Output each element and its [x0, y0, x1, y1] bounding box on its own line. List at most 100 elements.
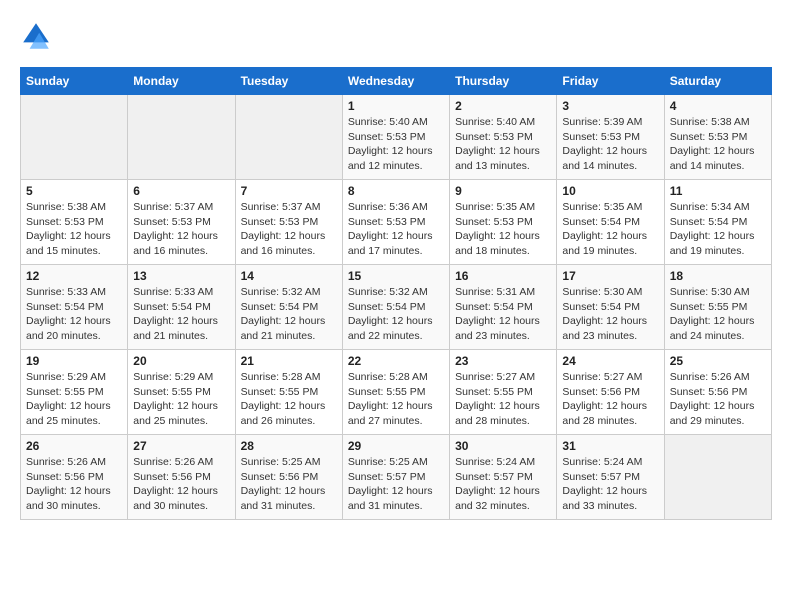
- day-info: Sunrise: 5:24 AM Sunset: 5:57 PM Dayligh…: [455, 455, 551, 514]
- week-row-5: 26Sunrise: 5:26 AM Sunset: 5:56 PM Dayli…: [21, 435, 772, 520]
- day-number: 28: [241, 439, 337, 453]
- calendar-cell: 9 Sunrise: 5:35 AM Sunset: 5:53 PM Daylig…: [450, 180, 557, 265]
- week-row-4: 19 Sunrise: 5:29 AM Sunset: 5:55 PM Dayli…: [21, 350, 772, 435]
- day-number: 22: [348, 354, 444, 368]
- calendar-cell: 10 Sunrise: 5:35 AM Sunset: 5:54 PM Dayli…: [557, 180, 664, 265]
- calendar-cell: 31 Sunrise: 5:24 AM Sunset: 5:57 PM Dayli…: [557, 435, 664, 520]
- day-info: Sunrise: 5:35 AM Sunset: 5:53 PM Dayligh…: [455, 200, 551, 259]
- logo: [20, 20, 58, 52]
- day-number: 31: [562, 439, 658, 453]
- day-info: Sunrise: 5:27 AM Sunset: 5:55 PM Dayligh…: [455, 370, 551, 429]
- day-info: Sunrise: 5:33 AM Sunset: 5:54 PM Dayligh…: [26, 285, 122, 344]
- day-number: 5: [26, 184, 122, 198]
- day-info: Sunrise: 5:34 AM Sunset: 5:54 PM Dayligh…: [670, 200, 766, 259]
- day-number: 16: [455, 269, 551, 283]
- day-info: Sunrise: 5:40 AM Sunset: 5:53 PM Dayligh…: [348, 115, 444, 174]
- calendar-cell: 26Sunrise: 5:26 AM Sunset: 5:56 PM Dayli…: [21, 435, 128, 520]
- day-info: Sunrise: 5:37 AM Sunset: 5:53 PM Dayligh…: [241, 200, 337, 259]
- calendar-cell: 24 Sunrise: 5:27 AM Sunset: 5:56 PM Dayli…: [557, 350, 664, 435]
- calendar-cell: 7 Sunrise: 5:37 AM Sunset: 5:53 PM Daylig…: [235, 180, 342, 265]
- day-info: Sunrise: 5:39 AM Sunset: 5:53 PM Dayligh…: [562, 115, 658, 174]
- day-header-saturday: Saturday: [664, 68, 771, 95]
- calendar-cell: [664, 435, 771, 520]
- calendar-cell: 1 Sunrise: 5:40 AM Sunset: 5:53 PM Daylig…: [342, 95, 449, 180]
- calendar-cell: 22 Sunrise: 5:28 AM Sunset: 5:55 PM Dayli…: [342, 350, 449, 435]
- logo-icon: [20, 20, 52, 52]
- calendar-cell: 11 Sunrise: 5:34 AM Sunset: 5:54 PM Dayli…: [664, 180, 771, 265]
- day-header-wednesday: Wednesday: [342, 68, 449, 95]
- calendar-cell: 23 Sunrise: 5:27 AM Sunset: 5:55 PM Dayli…: [450, 350, 557, 435]
- calendar-cell: 2 Sunrise: 5:40 AM Sunset: 5:53 PM Daylig…: [450, 95, 557, 180]
- day-number: 3: [562, 99, 658, 113]
- calendar-cell: 8Sunrise: 5:36 AM Sunset: 5:53 PM Daylig…: [342, 180, 449, 265]
- day-number: 9: [455, 184, 551, 198]
- day-number: 2: [455, 99, 551, 113]
- calendar-cell: 15Sunrise: 5:32 AM Sunset: 5:54 PM Dayli…: [342, 265, 449, 350]
- calendar-cell: 17 Sunrise: 5:30 AM Sunset: 5:54 PM Dayli…: [557, 265, 664, 350]
- day-header-tuesday: Tuesday: [235, 68, 342, 95]
- calendar-cell: 4 Sunrise: 5:38 AM Sunset: 5:53 PM Daylig…: [664, 95, 771, 180]
- calendar-cell: 21 Sunrise: 5:28 AM Sunset: 5:55 PM Dayli…: [235, 350, 342, 435]
- day-info: Sunrise: 5:26 AM Sunset: 5:56 PM Dayligh…: [26, 455, 122, 514]
- day-info: Sunrise: 5:28 AM Sunset: 5:55 PM Dayligh…: [348, 370, 444, 429]
- day-info: Sunrise: 5:29 AM Sunset: 5:55 PM Dayligh…: [133, 370, 229, 429]
- calendar-cell: 6Sunrise: 5:37 AM Sunset: 5:53 PM Daylig…: [128, 180, 235, 265]
- day-info: Sunrise: 5:38 AM Sunset: 5:53 PM Dayligh…: [670, 115, 766, 174]
- calendar-cell: 20 Sunrise: 5:29 AM Sunset: 5:55 PM Dayli…: [128, 350, 235, 435]
- day-number: 1: [348, 99, 444, 113]
- week-row-3: 12 Sunrise: 5:33 AM Sunset: 5:54 PM Dayli…: [21, 265, 772, 350]
- calendar-cell: 19 Sunrise: 5:29 AM Sunset: 5:55 PM Dayli…: [21, 350, 128, 435]
- calendar-cell: 30 Sunrise: 5:24 AM Sunset: 5:57 PM Dayli…: [450, 435, 557, 520]
- day-number: 14: [241, 269, 337, 283]
- day-number: 29: [348, 439, 444, 453]
- day-number: 18: [670, 269, 766, 283]
- day-header-friday: Friday: [557, 68, 664, 95]
- day-info: Sunrise: 5:38 AM Sunset: 5:53 PM Dayligh…: [26, 200, 122, 259]
- day-info: Sunrise: 5:35 AM Sunset: 5:54 PM Dayligh…: [562, 200, 658, 259]
- day-info: Sunrise: 5:36 AM Sunset: 5:53 PM Dayligh…: [348, 200, 444, 259]
- page-header: [20, 20, 772, 52]
- calendar-cell: 28 Sunrise: 5:25 AM Sunset: 5:56 PM Dayli…: [235, 435, 342, 520]
- day-number: 13: [133, 269, 229, 283]
- day-info: Sunrise: 5:29 AM Sunset: 5:55 PM Dayligh…: [26, 370, 122, 429]
- day-number: 4: [670, 99, 766, 113]
- day-number: 21: [241, 354, 337, 368]
- day-info: Sunrise: 5:30 AM Sunset: 5:55 PM Dayligh…: [670, 285, 766, 344]
- day-number: 20: [133, 354, 229, 368]
- week-row-1: 1 Sunrise: 5:40 AM Sunset: 5:53 PM Daylig…: [21, 95, 772, 180]
- day-number: 19: [26, 354, 122, 368]
- day-header-monday: Monday: [128, 68, 235, 95]
- calendar-cell: 16 Sunrise: 5:31 AM Sunset: 5:54 PM Dayli…: [450, 265, 557, 350]
- calendar-cell: 12 Sunrise: 5:33 AM Sunset: 5:54 PM Dayli…: [21, 265, 128, 350]
- day-info: Sunrise: 5:37 AM Sunset: 5:53 PM Dayligh…: [133, 200, 229, 259]
- day-info: Sunrise: 5:27 AM Sunset: 5:56 PM Dayligh…: [562, 370, 658, 429]
- day-number: 10: [562, 184, 658, 198]
- day-info: Sunrise: 5:26 AM Sunset: 5:56 PM Dayligh…: [670, 370, 766, 429]
- day-info: Sunrise: 5:28 AM Sunset: 5:55 PM Dayligh…: [241, 370, 337, 429]
- day-info: Sunrise: 5:33 AM Sunset: 5:54 PM Dayligh…: [133, 285, 229, 344]
- day-info: Sunrise: 5:25 AM Sunset: 5:56 PM Dayligh…: [241, 455, 337, 514]
- calendar-cell: 14Sunrise: 5:32 AM Sunset: 5:54 PM Dayli…: [235, 265, 342, 350]
- calendar-cell: 3 Sunrise: 5:39 AM Sunset: 5:53 PM Daylig…: [557, 95, 664, 180]
- day-number: 17: [562, 269, 658, 283]
- calendar-cell: [235, 95, 342, 180]
- day-info: Sunrise: 5:26 AM Sunset: 5:56 PM Dayligh…: [133, 455, 229, 514]
- day-info: Sunrise: 5:30 AM Sunset: 5:54 PM Dayligh…: [562, 285, 658, 344]
- day-number: 30: [455, 439, 551, 453]
- calendar-cell: 5 Sunrise: 5:38 AM Sunset: 5:53 PM Daylig…: [21, 180, 128, 265]
- day-number: 23: [455, 354, 551, 368]
- calendar-header-row: SundayMondayTuesdayWednesdayThursdayFrid…: [21, 68, 772, 95]
- day-number: 27: [133, 439, 229, 453]
- day-info: Sunrise: 5:31 AM Sunset: 5:54 PM Dayligh…: [455, 285, 551, 344]
- calendar-table: SundayMondayTuesdayWednesdayThursdayFrid…: [20, 67, 772, 520]
- day-info: Sunrise: 5:24 AM Sunset: 5:57 PM Dayligh…: [562, 455, 658, 514]
- day-number: 12: [26, 269, 122, 283]
- calendar-cell: 29 Sunrise: 5:25 AM Sunset: 5:57 PM Dayli…: [342, 435, 449, 520]
- day-info: Sunrise: 5:40 AM Sunset: 5:53 PM Dayligh…: [455, 115, 551, 174]
- day-number: 7: [241, 184, 337, 198]
- day-info: Sunrise: 5:25 AM Sunset: 5:57 PM Dayligh…: [348, 455, 444, 514]
- day-header-sunday: Sunday: [21, 68, 128, 95]
- day-number: 24: [562, 354, 658, 368]
- day-number: 11: [670, 184, 766, 198]
- week-row-2: 5 Sunrise: 5:38 AM Sunset: 5:53 PM Daylig…: [21, 180, 772, 265]
